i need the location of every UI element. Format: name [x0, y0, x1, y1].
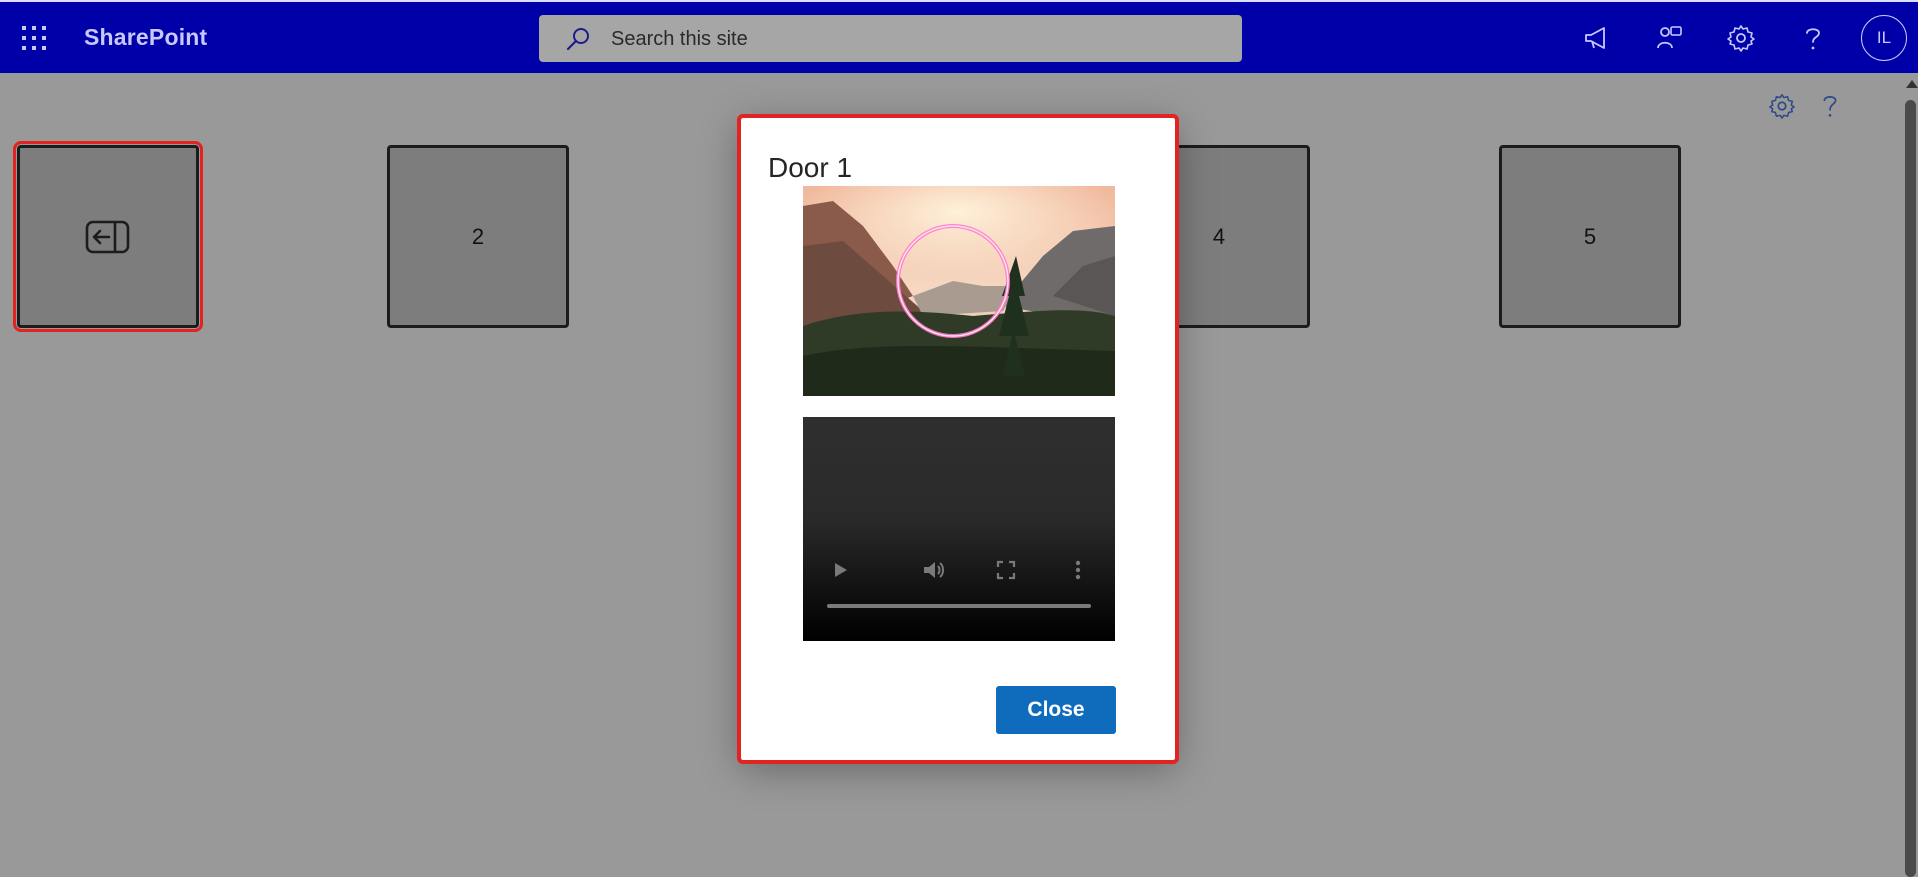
more-vertical-icon[interactable] — [1065, 557, 1091, 583]
tile-5[interactable]: 5 — [1499, 145, 1681, 328]
tile-exit[interactable] — [13, 141, 203, 332]
tile-2[interactable]: 2 — [387, 145, 569, 328]
dialog-title: Door 1 — [768, 152, 853, 183]
megaphone-icon[interactable] — [1582, 23, 1612, 53]
video-progress-bar[interactable] — [827, 604, 1091, 608]
suite-bar: SharePoint Search this site IL — [0, 0, 1918, 73]
exit-door-icon — [85, 220, 130, 253]
scroll-up-arrow[interactable] — [1906, 80, 1918, 88]
volume-icon[interactable] — [921, 557, 947, 583]
tile-label: 2 — [471, 223, 485, 249]
help-icon[interactable] — [1816, 92, 1844, 120]
door-dialog: Door 1 Close — [737, 114, 1179, 764]
gear-icon[interactable] — [1768, 92, 1796, 120]
search-icon — [566, 28, 589, 51]
search-box[interactable]: Search this site — [539, 15, 1242, 62]
close-button[interactable]: Close — [996, 686, 1116, 734]
video-player[interactable] — [803, 417, 1115, 641]
tile-label: 4 — [1212, 223, 1226, 249]
gear-icon[interactable] — [1726, 23, 1756, 53]
waffle-grid-icon[interactable] — [20, 24, 48, 52]
avatar[interactable]: IL — [1861, 15, 1907, 61]
scrollbar-thumb[interactable] — [1905, 100, 1916, 877]
play-icon[interactable] — [827, 557, 853, 583]
brand-name[interactable]: SharePoint — [84, 24, 207, 51]
tile-label: 5 — [1583, 223, 1597, 249]
dialog-image — [803, 186, 1115, 396]
feedback-icon[interactable] — [1654, 23, 1684, 53]
search-placeholder: Search this site — [611, 28, 748, 50]
fullscreen-icon[interactable] — [993, 557, 1019, 583]
help-icon[interactable] — [1798, 23, 1828, 53]
